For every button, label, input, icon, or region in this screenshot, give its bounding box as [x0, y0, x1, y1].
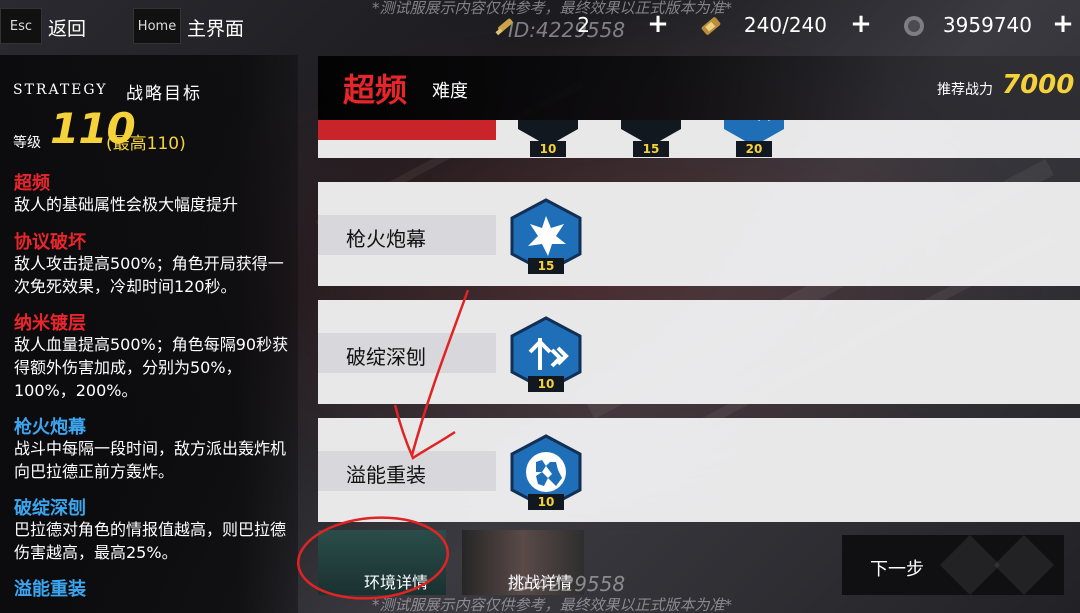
- strategy-title-cn: 战略目标: [126, 84, 202, 104]
- chevron-decoration-icon: [940, 535, 1054, 595]
- effect-desc: 敌人的基础属性会极大幅度提升: [14, 195, 239, 214]
- row-label: 破绽深刨: [346, 345, 426, 369]
- effect-title: 溢能重装: [14, 579, 86, 600]
- modifier-row[interactable]: 溢能重装 10: [318, 418, 1080, 522]
- esc-key-badge[interactable]: Esc: [0, 8, 42, 44]
- row-label: 枪火炮幕: [346, 227, 426, 251]
- modifier-list[interactable]: 10 15 20 枪火炮幕 15 破绽深刨 10 溢能重装 10: [318, 120, 1080, 530]
- effect-title: 协议破坏: [14, 232, 86, 253]
- badge-number: 20: [736, 141, 772, 157]
- effect-title: 纳米镀层: [14, 313, 86, 334]
- ammo-value: 2: [577, 13, 590, 37]
- effect-title: 枪火炮幕: [14, 417, 86, 438]
- badge-number: 10: [530, 141, 566, 157]
- coin-add-button[interactable]: +: [1050, 11, 1076, 38]
- level-max: (最高110): [106, 134, 186, 154]
- battery-icon: [701, 17, 721, 35]
- back-button[interactable]: 返回: [48, 14, 86, 41]
- modifier-row[interactable]: 10 15 20: [318, 120, 1080, 158]
- row-label-bg: [318, 120, 496, 140]
- home-button[interactable]: 主界面: [187, 14, 244, 41]
- coin-icon: [904, 16, 924, 36]
- difficulty-label: 难度: [432, 81, 468, 102]
- badge-number: 10: [528, 494, 564, 510]
- effect-title: 破绽深刨: [14, 498, 86, 519]
- badge-number: 15: [633, 141, 669, 157]
- level-label: 等级: [13, 135, 41, 151]
- top-bar: Esc 返回 Home 主界面 *测试服展示内容仅供参考，最终效果以正式版本为准…: [0, 0, 1080, 52]
- modifier-row[interactable]: 破绽深刨 10: [318, 300, 1080, 404]
- effect-desc: 敌人攻击提高500%；角色开局获得一次免死效果，冷却时间120秒。: [14, 254, 284, 296]
- battery-add-button[interactable]: +: [848, 11, 874, 38]
- ammo-add-button[interactable]: +: [645, 11, 671, 38]
- modifier-row[interactable]: 枪火炮幕 15: [318, 182, 1080, 286]
- effect-title: 超频: [14, 173, 50, 194]
- strategy-title-en: STRATEGY: [13, 82, 108, 98]
- next-step-label: 下一步: [870, 559, 924, 580]
- difficulty-name: 超频: [343, 71, 408, 109]
- recommended-power-value: 7000: [1002, 70, 1075, 100]
- effect-desc: 巴拉德对角色的情报值越高，则巴拉德伤害越高，最高25%。: [14, 520, 287, 562]
- effect-desc: 战斗中每隔一段时间，敌方派出轰炸机向巴拉德正前方轰炸。: [14, 439, 287, 481]
- badge-number: 15: [528, 258, 564, 274]
- ammo-icon: [495, 18, 513, 36]
- battery-value: 240/240: [743, 13, 827, 37]
- recommended-power-label: 推荐战力: [937, 82, 993, 98]
- watermark-id: ID:4229558: [508, 572, 626, 596]
- watermark-text: *测试服展示内容仅供参考，最终效果以正式版本为准*: [372, 596, 733, 613]
- effect-desc: 敌人血量提高500%；角色每隔90秒获得额外伤害加成，分别为50%，100%，2…: [14, 335, 289, 400]
- environment-details-label: 环境详情: [364, 573, 429, 592]
- coin-value: 3959740: [942, 13, 1032, 37]
- row-label: 溢能重装: [346, 463, 426, 487]
- badge-number: 10: [528, 376, 564, 392]
- home-key-badge[interactable]: Home: [133, 8, 181, 44]
